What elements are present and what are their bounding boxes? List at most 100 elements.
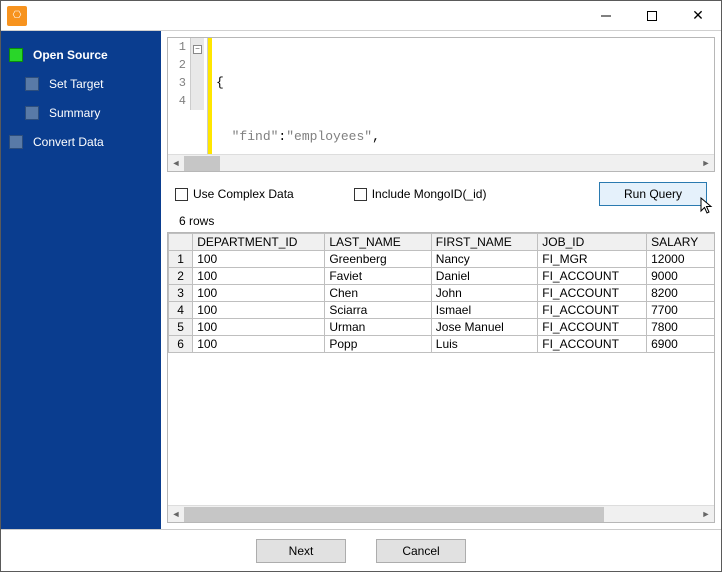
fold-toggle-icon[interactable]: − <box>193 45 202 54</box>
table-row[interactable]: 6100PoppLuisFI_ACCOUNT6900LPOPP1 <box>169 336 715 353</box>
table-row[interactable]: 3100ChenJohnFI_ACCOUNT8200JCHEN1 <box>169 285 715 302</box>
results-grid: DEPARTMENT_ID LAST_NAME FIRST_NAME JOB_I… <box>167 232 715 523</box>
scroll-left-icon[interactable]: ◄ <box>168 155 184 171</box>
cell[interactable]: 8200 <box>647 285 714 302</box>
cell[interactable]: 100 <box>193 336 325 353</box>
row-number: 4 <box>169 302 193 319</box>
cell[interactable]: Nancy <box>431 251 537 268</box>
row-count-label: 6 rows <box>167 210 715 232</box>
checkbox-icon <box>175 188 188 201</box>
scroll-left-icon[interactable]: ◄ <box>168 506 184 522</box>
col-header[interactable]: LAST_NAME <box>325 234 431 251</box>
sidebar-item-label: Convert Data <box>33 135 104 149</box>
table-row[interactable]: 1100GreenbergNancyFI_MGR12000NGREENBE1 <box>169 251 715 268</box>
cell[interactable]: 7700 <box>647 302 714 319</box>
col-header[interactable]: DEPARTMENT_ID <box>193 234 325 251</box>
checkbox-label: Use Complex Data <box>193 187 294 201</box>
next-button[interactable]: Next <box>256 539 346 563</box>
wizard-sidebar: Open Source Set Target Summary Convert D… <box>1 31 161 529</box>
footer-bar: Next Cancel <box>1 529 721 571</box>
row-number: 2 <box>169 268 193 285</box>
cell[interactable]: Daniel <box>431 268 537 285</box>
code-area[interactable]: { "find":"employees", "filter":{"DEPARTM… <box>212 38 714 154</box>
button-label: Cancel <box>402 544 439 558</box>
maximize-button[interactable] <box>629 1 675 30</box>
sidebar-item-summary[interactable]: Summary <box>1 99 161 127</box>
scroll-right-icon[interactable]: ► <box>698 155 714 171</box>
col-header[interactable]: SALARY <box>647 234 714 251</box>
window-buttons: ✕ <box>583 1 721 30</box>
cell[interactable]: 7800 <box>647 319 714 336</box>
cell[interactable]: Ismael <box>431 302 537 319</box>
grid-h-scrollbar[interactable]: ◄ ► <box>168 505 714 522</box>
scroll-thumb[interactable] <box>184 507 604 522</box>
cell[interactable]: FI_ACCOUNT <box>538 268 647 285</box>
cell[interactable]: Urman <box>325 319 431 336</box>
cell[interactable]: Greenberg <box>325 251 431 268</box>
sidebar-item-convert-data[interactable]: Convert Data <box>1 128 161 156</box>
cell[interactable]: 100 <box>193 285 325 302</box>
close-button[interactable]: ✕ <box>675 1 721 30</box>
cell[interactable]: Sciarra <box>325 302 431 319</box>
checkbox-label: Include MongoID(_id) <box>372 187 487 201</box>
cell[interactable]: FI_ACCOUNT <box>538 285 647 302</box>
step-marker-icon <box>25 77 39 91</box>
sidebar-item-label: Summary <box>49 106 100 120</box>
editor-h-scrollbar[interactable]: ◄ ► <box>168 154 714 171</box>
col-header[interactable]: FIRST_NAME <box>431 234 537 251</box>
app-icon: ⎔ <box>7 6 27 26</box>
button-label: Next <box>289 544 314 558</box>
cell[interactable]: John <box>431 285 537 302</box>
sidebar-item-open-source[interactable]: Open Source <box>1 41 161 69</box>
sidebar-item-set-target[interactable]: Set Target <box>1 70 161 98</box>
cell[interactable]: 12000 <box>647 251 714 268</box>
minimize-button[interactable] <box>583 1 629 30</box>
app-window: ⎔ ✕ Open Source Set Target Summary <box>0 0 722 572</box>
cell[interactable]: 9000 <box>647 268 714 285</box>
grid-scroll[interactable]: DEPARTMENT_ID LAST_NAME FIRST_NAME JOB_I… <box>168 233 714 505</box>
cell[interactable]: 6900 <box>647 336 714 353</box>
row-number: 1 <box>169 251 193 268</box>
sidebar-item-label: Set Target <box>49 77 103 91</box>
button-label: Run Query <box>624 187 682 201</box>
cell[interactable]: Faviet <box>325 268 431 285</box>
table-row[interactable]: 4100SciarraIsmaelFI_ACCOUNT7700ISCIARRA1 <box>169 302 715 319</box>
code-line: "find":"employees", <box>216 128 714 146</box>
cell[interactable]: FI_MGR <box>538 251 647 268</box>
use-complex-data-checkbox[interactable]: Use Complex Data <box>175 187 294 201</box>
cell[interactable]: 100 <box>193 251 325 268</box>
step-marker-icon <box>9 48 23 62</box>
body: Open Source Set Target Summary Convert D… <box>1 31 721 529</box>
code-line: { <box>216 74 714 92</box>
cell[interactable]: 100 <box>193 302 325 319</box>
sidebar-item-label: Open Source <box>33 48 108 62</box>
include-mongoid-checkbox[interactable]: Include MongoID(_id) <box>354 187 487 201</box>
scroll-thumb[interactable] <box>184 156 220 171</box>
row-header-corner <box>169 234 193 251</box>
cell[interactable]: 100 <box>193 319 325 336</box>
step-marker-icon <box>9 135 23 149</box>
query-editor[interactable]: 1− 2 3 4 { "find":"employees", "filter":… <box>167 37 715 172</box>
titlebar: ⎔ ✕ <box>1 1 721 31</box>
table-header-row: DEPARTMENT_ID LAST_NAME FIRST_NAME JOB_I… <box>169 234 715 251</box>
run-query-button[interactable]: Run Query <box>599 182 707 206</box>
cell[interactable]: Luis <box>431 336 537 353</box>
cancel-button[interactable]: Cancel <box>376 539 466 563</box>
cell[interactable]: Jose Manuel <box>431 319 537 336</box>
cell[interactable]: Chen <box>325 285 431 302</box>
editor-gutter: 1− 2 3 4 <box>168 38 208 154</box>
table-row[interactable]: 5100UrmanJose ManuelFI_ACCOUNT7800JMURMA… <box>169 319 715 336</box>
cell[interactable]: FI_ACCOUNT <box>538 302 647 319</box>
row-number: 3 <box>169 285 193 302</box>
cell[interactable]: FI_ACCOUNT <box>538 319 647 336</box>
row-number: 6 <box>169 336 193 353</box>
table-row[interactable]: 2100FavietDanielFI_ACCOUNT9000DFAVIET1 <box>169 268 715 285</box>
results-table: DEPARTMENT_ID LAST_NAME FIRST_NAME JOB_I… <box>168 233 714 353</box>
cell[interactable]: FI_ACCOUNT <box>538 336 647 353</box>
scroll-right-icon[interactable]: ► <box>698 506 714 522</box>
cell[interactable]: Popp <box>325 336 431 353</box>
main-panel: 1− 2 3 4 { "find":"employees", "filter":… <box>161 31 721 529</box>
col-header[interactable]: JOB_ID <box>538 234 647 251</box>
options-row: Use Complex Data Include MongoID(_id) Ru… <box>167 172 715 210</box>
cell[interactable]: 100 <box>193 268 325 285</box>
